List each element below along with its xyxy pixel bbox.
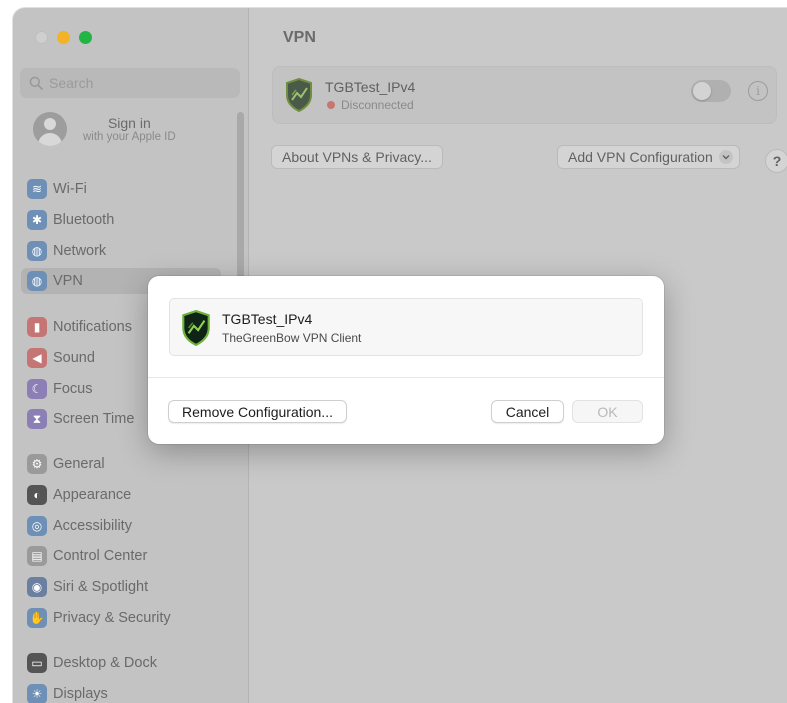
sidebar-item-label: Privacy & Security [53,610,171,626]
sidebar-item-control-center[interactable]: ▤ Control Center [21,543,221,569]
siri-icon: ◉ [27,577,47,598]
hand-icon: ✋ [27,608,47,628]
remove-configuration-dialog: TGBTest_IPv4 TheGreenBow VPN Client Remo… [148,276,664,444]
add-vpn-configuration-button[interactable]: Add VPN Configuration [557,145,740,169]
add-vpn-configuration-label: Add VPN Configuration [568,149,713,165]
traffic-lights [35,31,92,44]
minimize-window-button[interactable] [57,31,70,44]
dialog-divider [148,377,664,378]
displays-icon: ☀ [27,683,47,703]
about-vpns-privacy-label: About VPNs & Privacy... [282,149,432,165]
sidebar-item-accessibility[interactable]: ◎ Accessibility [21,513,221,539]
vpn-connect-toggle[interactable] [691,80,731,102]
sidebar-item-label: Siri & Spotlight [53,579,149,596]
speaker-icon: ◀ [27,347,47,368]
vpn-status: Disconnected [327,98,414,112]
ok-button[interactable]: OK [572,400,643,423]
sidebar-item-label: Control Center [53,548,148,565]
sidebar-item-label: Desktop & Dock [53,655,157,671]
bell-icon: ▮ [27,317,47,337]
signin-title: Sign in [107,115,151,131]
sidebar-item-label: Notifications [53,319,132,335]
sidebar-item-general[interactable]: ⚙ General [21,451,221,477]
sidebar-item-label: Focus [53,380,93,397]
bluetooth-icon: ✱ [27,209,47,230]
sidebar-item-displays[interactable]: ☀ Displays [21,681,221,703]
avatar-icon [33,112,67,146]
hourglass-icon: ⧗ [27,409,47,430]
sidebar-item-network[interactable]: ◍ Network [21,238,221,264]
sidebar-item-label: VPN [53,273,83,290]
dialog-vpn-client: TheGreenBow VPN Client [222,331,362,345]
sidebar-item-label: Sound [53,349,95,366]
sidebar-item-label: Bluetooth [53,211,115,228]
dock-icon: ▭ [27,653,47,673]
search-placeholder: Search [49,75,94,91]
accessibility-icon: ◎ [27,515,47,536]
help-button[interactable]: ? [765,149,787,173]
thegreenbow-shield-icon [285,77,313,117]
sidebar-item-wi-fi[interactable]: ≋ Wi-Fi [21,176,221,202]
wifi-icon: ≋ [27,179,47,199]
control-center-icon: ▤ [27,546,47,567]
info-icon[interactable]: i [748,81,768,101]
vpn-configuration-row[interactable]: TGBTest_IPv4 Disconnected i [272,66,777,124]
signin-subtitle: with your Apple ID [83,131,176,143]
page-title: VPN [283,29,316,46]
search-input[interactable]: Search [20,68,240,98]
chevron-down-icon [718,150,733,164]
sidebar-item-privacy-security[interactable]: ✋ Privacy & Security [21,605,221,631]
vpn-status-text: Disconnected [341,98,414,112]
close-window-button[interactable] [35,31,48,44]
cancel-button[interactable]: Cancel [491,400,564,423]
sidebar-item-siri-spotlight[interactable]: ◉ Siri & Spotlight [21,574,221,600]
appearance-icon: ◐ [27,484,47,505]
thegreenbow-shield-icon [181,309,211,351]
sidebar-item-label: Displays [53,685,108,702]
remove-configuration-button[interactable]: Remove Configuration... [168,400,347,423]
globe-icon: ◍ [27,240,47,261]
sidebar-item-label: Screen Time [53,411,135,428]
sidebar-item-label: Network [53,242,107,259]
sidebar-item-appearance[interactable]: ◐ Appearance [21,482,221,508]
sidebar-item-label: Wi-Fi [53,181,87,197]
gear-icon: ⚙ [27,454,47,474]
zoom-window-button[interactable] [79,31,92,44]
status-dot-icon [327,101,335,109]
sidebar-item-bluetooth[interactable]: ✱ Bluetooth [21,207,221,233]
sidebar-item-desktop-dock[interactable]: ▭ Desktop & Dock [21,650,221,676]
apple-id-signin[interactable]: Sign in with your Apple ID [33,112,176,146]
dialog-vpn-item: TGBTest_IPv4 TheGreenBow VPN Client [169,298,643,356]
sidebar-item-label: Accessibility [53,517,132,534]
sidebar-item-label: Appearance [53,486,132,503]
about-vpns-privacy-button[interactable]: About VPNs & Privacy... [271,145,443,169]
search-icon [29,76,43,90]
moon-icon: ☾ [27,378,47,399]
sidebar-scrollbar[interactable] [237,112,244,302]
dialog-vpn-name: TGBTest_IPv4 [222,311,313,327]
sidebar-item-label: General [53,456,105,472]
vpn-name: TGBTest_IPv4 [325,79,416,95]
vpn-globe-icon: ◍ [27,271,47,292]
